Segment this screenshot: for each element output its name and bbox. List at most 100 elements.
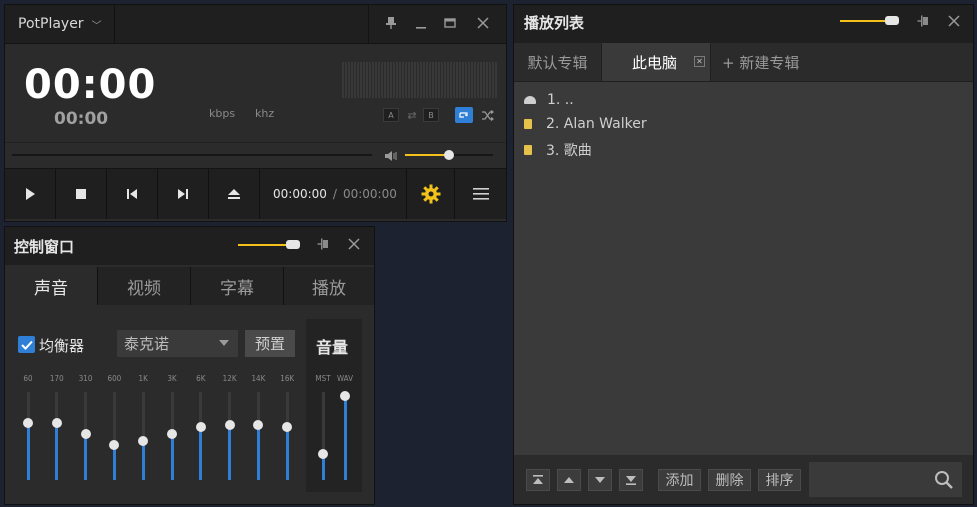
eq-preset-select[interactable]: 泰克诺 [117,330,238,357]
previous-button[interactable] [107,169,158,219]
eq-band-knob[interactable] [224,419,235,430]
eq-band-label: 170 [49,374,64,383]
settings-button[interactable] [407,169,455,219]
opacity-slider[interactable] [238,240,300,249]
hamburger-menu-icon [472,188,489,200]
tab-subtitle[interactable]: 字幕 [191,267,284,305]
playlist-title: 播放列表 [524,14,585,32]
dropdown-arrow-icon [219,340,229,346]
move-up-button[interactable] [557,469,581,491]
volume-slider-knob[interactable] [444,150,454,160]
eq-band-label: 1K [138,374,148,383]
shuffle-icon[interactable] [478,107,496,123]
eject-button[interactable] [209,169,260,219]
tab-this-pc[interactable]: 此电脑 ✕ [602,43,711,81]
control-window-title: 控制窗口 [14,238,75,256]
arrow-down-icon [595,477,605,483]
move-bottom-button[interactable] [619,469,643,491]
menu-button[interactable] [455,169,506,219]
list-item[interactable]: 2. Alan Walker [524,116,647,132]
tab-video[interactable]: 视频 [98,267,191,305]
eq-band-fill [285,427,289,480]
eq-band-fill [84,434,88,480]
play-button[interactable] [5,169,56,219]
volume-band-slider[interactable] [340,391,350,480]
eq-band-slider[interactable] [282,392,293,480]
pin-icon[interactable] [380,12,402,34]
add-button[interactable]: 添加 [658,469,701,491]
equalizer-checkbox[interactable] [18,336,35,353]
sort-button[interactable]: 排序 [758,469,801,491]
samplerate-label: khz [255,107,275,120]
delete-button[interactable]: 删除 [708,469,751,491]
close-icon[interactable] [344,234,364,254]
move-to-bottom-icon [626,476,636,485]
time-readout: 00:00:00 / 00:00:00 [260,169,407,219]
move-down-button[interactable] [588,469,612,491]
volume-band-slider[interactable] [318,392,328,480]
eq-band-knob[interactable] [195,422,206,433]
checkmark-icon [20,340,33,350]
eq-band-fill [141,441,145,480]
eq-band-knob[interactable] [23,417,33,428]
volume-slider[interactable] [405,150,493,160]
eq-band-slider[interactable] [167,392,177,480]
volume-band-label: WAV [336,374,353,383]
list-item[interactable]: 3. 歌曲 [524,140,592,160]
playlist-opacity-slider[interactable] [840,16,899,25]
volume-slider-fill [405,154,449,156]
pin-icon[interactable] [914,11,934,31]
eq-band-label: 3K [167,374,177,383]
time-display-sub: 00:00 [54,109,109,129]
tab-default-album[interactable]: 默认专辑 [514,43,602,81]
eq-band-knob[interactable] [80,429,91,440]
eq-band-knob[interactable] [51,417,62,428]
eq-band-label: 60 [23,374,33,383]
maximize-icon[interactable] [439,12,461,34]
volume-speaker-icon[interactable] [383,148,399,162]
next-button[interactable] [158,169,209,219]
eq-band-slider[interactable] [224,392,235,480]
eq-band-fill [170,434,174,480]
seek-bar[interactable] [12,154,372,156]
close-icon[interactable] [472,12,494,34]
search-icon[interactable] [934,470,954,490]
stop-button[interactable] [56,169,107,219]
playlist-opacity-knob[interactable] [885,16,899,25]
eq-band-fill [199,427,203,480]
minimize-icon[interactable] [410,12,432,34]
eq-band-knob[interactable] [253,419,264,430]
pin-icon[interactable] [314,234,334,254]
bitrate-label: kbps [209,107,236,120]
tab-sound[interactable]: 声音 [5,267,98,305]
eq-band-slider[interactable] [51,392,62,480]
app-menu-button[interactable]: PotPlayer ﹀ [5,5,115,43]
arrow-up-icon [564,477,574,483]
preset-button[interactable]: 预置 [245,330,295,357]
move-to-top-icon [533,475,543,484]
ab-repeat-b-button[interactable]: B [423,108,439,122]
opacity-slider-knob[interactable] [286,240,300,249]
eq-band-slider[interactable] [109,392,120,480]
eq-band-slider[interactable] [195,392,206,480]
close-icon[interactable] [944,11,964,31]
tab-playback[interactable]: 播放 [284,267,374,305]
eq-band-fill [228,424,232,480]
eq-band-slider[interactable] [23,392,33,480]
list-item[interactable]: 1. .. [524,92,574,108]
gear-icon [421,184,440,204]
repeat-icon[interactable] [455,107,473,123]
eq-band-label: 16K [280,374,295,383]
tab-close-icon[interactable]: ✕ [694,56,705,67]
eq-band-slider[interactable] [80,392,91,480]
move-top-button[interactable] [526,469,550,491]
ab-repeat-a-button[interactable]: A [383,108,399,122]
volume-band-fill [343,396,347,480]
playlist-search-input[interactable] [809,462,962,497]
eq-band-slider[interactable] [138,392,149,480]
ab-loop-icon[interactable]: ⇄ [404,108,420,122]
volume-band-knob[interactable] [318,448,328,459]
eq-band-slider[interactable] [253,392,264,480]
new-album-tab[interactable]: + 新建专辑 [722,52,799,73]
time-display-main: 00:00 [24,62,157,108]
